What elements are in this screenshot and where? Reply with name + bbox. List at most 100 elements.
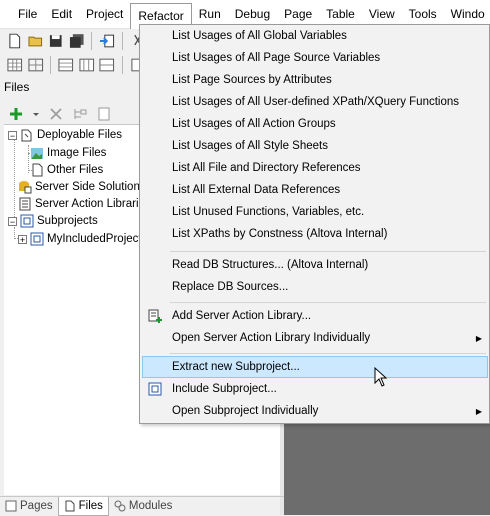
tab-pages[interactable]: Pages xyxy=(0,497,58,515)
tree-item-label: MyIncludedProject xyxy=(47,233,142,245)
insert-row-icon[interactable] xyxy=(57,56,75,74)
menu-table[interactable]: Table xyxy=(319,3,362,25)
table-icon[interactable] xyxy=(6,56,24,74)
toolbar-separator xyxy=(121,56,123,74)
tab-files[interactable]: Files xyxy=(57,497,109,516)
tab-label: Modules xyxy=(128,500,173,512)
menu-item-list-unused-functions[interactable]: List Unused Functions, Variables, etc. xyxy=(142,201,488,223)
refactor-menu: List Usages of All Global Variables List… xyxy=(139,24,490,424)
tree-item-label: Server Side Solution xyxy=(35,181,140,193)
open-folder-icon[interactable] xyxy=(27,32,45,50)
tree-item-label: Other Files xyxy=(47,164,104,176)
menu-run[interactable]: Run xyxy=(192,3,228,25)
menu-item-list-xpaths-by-constness[interactable]: List XPaths by Constness (Altova Interna… xyxy=(142,223,488,245)
tree-item-label: Subprojects xyxy=(37,215,98,227)
tree-item-label: Server Action Librari xyxy=(35,198,139,210)
menu-item-label: Extract new Subproject... xyxy=(172,361,300,373)
menu-item-list-page-sources-by-attributes[interactable]: List Page Sources by Attributes xyxy=(142,69,488,91)
folder-icon xyxy=(21,129,32,142)
library-icon xyxy=(19,197,31,211)
main-toolbar xyxy=(0,28,146,54)
toolbar-separator xyxy=(91,32,93,50)
tree-item-myincludedproject[interactable]: + MyIncludedProject xyxy=(18,231,142,247)
expand-icon[interactable]: + xyxy=(18,234,27,244)
menu-item-list-file-directory-references[interactable]: List All File and Directory References xyxy=(142,157,488,179)
menu-item-label: List Usages of All Style Sheets xyxy=(172,140,328,152)
menu-item-list-external-data-references[interactable]: List All External Data References xyxy=(142,179,488,201)
pages-icon xyxy=(5,500,17,512)
tab-modules[interactable]: Modules xyxy=(109,497,177,515)
tree-item-label: Image Files xyxy=(47,147,107,159)
menu-item-label: Read DB Structures... (Altova Internal) xyxy=(172,259,369,271)
save-icon[interactable] xyxy=(47,32,65,50)
menu-item-list-user-defined-functions[interactable]: List Usages of All User-defined XPath/XQ… xyxy=(142,91,488,113)
tab-label: Pages xyxy=(20,500,53,512)
subproject-icon xyxy=(148,382,162,396)
menu-item-label: List Usages of All Global Variables xyxy=(172,30,347,42)
chevron-down-icon[interactable] xyxy=(32,106,40,122)
tree-item-image-files[interactable]: Image Files xyxy=(30,145,106,161)
properties-icon[interactable] xyxy=(96,106,112,122)
menu-item-list-page-source-variables[interactable]: List Usages of All Page Source Variables xyxy=(142,47,488,69)
menu-tools[interactable]: Tools xyxy=(402,3,444,25)
menu-item-extract-new-subproject[interactable]: Extract new Subproject... xyxy=(142,356,488,378)
tree-item-subprojects[interactable]: − Subprojects xyxy=(8,213,98,229)
save-all-icon[interactable] xyxy=(68,32,86,50)
tab-label: Files xyxy=(78,500,103,512)
menu-item-include-subproject[interactable]: Include Subproject... xyxy=(142,378,488,400)
menu-item-add-server-action-library[interactable]: Add Server Action Library... xyxy=(142,305,488,327)
menu-page[interactable]: Page xyxy=(277,3,319,25)
files-pane-toolbar xyxy=(8,104,138,124)
menu-item-list-style-sheets[interactable]: List Usages of All Style Sheets xyxy=(142,135,488,157)
toolbar-separator xyxy=(121,32,123,50)
files-icon xyxy=(65,500,75,512)
menu-item-label: Include Subproject... xyxy=(172,383,277,395)
menu-item-list-action-groups[interactable]: List Usages of All Action Groups xyxy=(142,113,488,135)
mouse-cursor-icon xyxy=(374,367,388,387)
menu-edit[interactable]: Edit xyxy=(44,3,79,25)
menu-item-replace-db-sources[interactable]: Replace DB Sources... xyxy=(142,276,488,298)
menu-separator xyxy=(170,353,486,354)
delete-row-icon[interactable] xyxy=(98,56,116,74)
menu-project[interactable]: Project xyxy=(79,3,130,25)
import-icon[interactable] xyxy=(98,32,116,50)
subproject-icon xyxy=(20,214,34,228)
image-folder-icon xyxy=(31,148,43,159)
menu-file[interactable]: File xyxy=(11,3,44,25)
menu-separator xyxy=(170,251,486,252)
menu-item-open-subproject-individually[interactable]: Open Subproject Individually ▶ xyxy=(142,400,488,422)
menu-item-list-global-variables[interactable]: List Usages of All Global Variables xyxy=(142,25,488,47)
tree-structure-icon[interactable] xyxy=(72,106,88,122)
files-pane-title: Files xyxy=(4,80,30,94)
append-row-icon[interactable] xyxy=(78,56,96,74)
tree-item-server-action-libraries[interactable]: Server Action Librari xyxy=(18,196,139,212)
menu-item-label: List All File and Directory References xyxy=(172,162,361,174)
menu-view[interactable]: View xyxy=(362,3,402,25)
menu-item-label: List Usages of All User-defined XPath/XQ… xyxy=(172,96,460,108)
tree-item-other-files[interactable]: Other Files xyxy=(30,162,103,178)
menu-item-label: List Unused Functions, Variables, etc. xyxy=(172,206,365,218)
collapse-icon[interactable]: − xyxy=(8,216,17,226)
secondary-toolbar xyxy=(0,52,146,78)
subproject-icon xyxy=(30,232,44,246)
add-icon[interactable] xyxy=(8,106,24,122)
server-solution-icon xyxy=(19,181,32,194)
grid-icon[interactable] xyxy=(27,56,45,74)
menu-item-label: List Usages of All Page Source Variables xyxy=(172,52,381,64)
menu-window[interactable]: Windo xyxy=(444,3,490,25)
menu-item-read-db-structures[interactable]: Read DB Structures... (Altova Internal) xyxy=(142,254,488,276)
file-icon xyxy=(32,163,43,177)
collapse-icon[interactable]: − xyxy=(8,130,17,140)
new-file-icon[interactable] xyxy=(6,32,24,50)
tree-item-server-side-solution[interactable]: Server Side Solution xyxy=(18,179,140,195)
menu-item-label: List Usages of All Action Groups xyxy=(172,118,336,130)
menu-item-label: List All External Data References xyxy=(172,184,341,196)
design-area xyxy=(284,424,490,515)
menu-item-open-server-action-library[interactable]: Open Server Action Library Individually … xyxy=(142,327,488,349)
menu-debug[interactable]: Debug xyxy=(228,3,277,25)
tree-item-deployable-files[interactable]: − Deployable Files xyxy=(8,127,122,143)
menu-item-label: List XPaths by Constness (Altova Interna… xyxy=(172,228,388,240)
delete-icon[interactable] xyxy=(48,106,64,122)
menu-item-label: Open Server Action Library Individually xyxy=(172,332,371,344)
menu-item-label: Open Subproject Individually xyxy=(172,405,319,417)
